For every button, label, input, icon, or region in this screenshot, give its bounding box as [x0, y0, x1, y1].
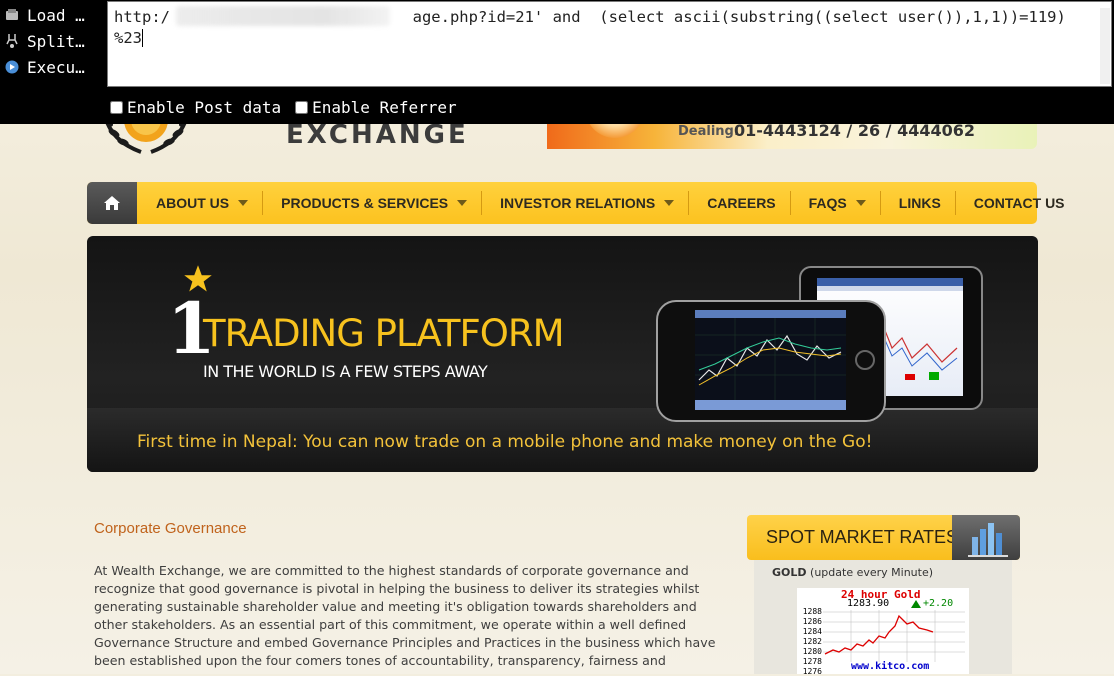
- enable-post-checkbox[interactable]: [110, 101, 123, 114]
- kitco-gold-chart[interactable]: 24 hour Gold 1283.90 +2.20 1288 1286 1284 1…: [797, 588, 969, 676]
- nav-item-label: CAREERS: [707, 195, 776, 211]
- chevron-down-icon: [664, 200, 675, 206]
- phone-screen: [695, 310, 846, 410]
- spot-market-title: SPOT MARKET RATES: [766, 527, 959, 547]
- nav-item-label: INVESTOR RELATIONS: [500, 195, 656, 211]
- gold-change: +2.20: [923, 598, 954, 609]
- nav-menu: ABOUT US PRODUCTS & SERVICES INVESTOR RELA…: [137, 182, 1079, 224]
- hackbar-options: Enable Post data Enable Referrer: [110, 98, 471, 117]
- home-icon: [104, 196, 120, 210]
- bar-chart-icon: [952, 515, 1020, 560]
- enable-referrer-option[interactable]: Enable Referrer: [295, 98, 457, 117]
- redacted-host-blur: [176, 6, 390, 26]
- gold-update-note: (update every Minute): [810, 566, 934, 579]
- kitco-axis-tick: 1288: [802, 607, 822, 616]
- kitco-axis-tick: 1286: [802, 617, 822, 626]
- enable-post-label: Enable Post data: [127, 98, 282, 117]
- nav-item-links[interactable]: LINKS: [879, 182, 955, 224]
- chevron-down-icon: [855, 200, 866, 206]
- phone-image: [656, 300, 886, 422]
- kitco-source-link[interactable]: www.kitco.com: [851, 661, 929, 672]
- governance-paragraph: At Wealth Exchange, we are committed to …: [94, 563, 716, 668]
- nav-item-faqs[interactable]: FAQS: [789, 182, 880, 224]
- gold-name: GOLD: [772, 566, 807, 579]
- gold-price: 1283.90: [847, 598, 890, 609]
- nav-item-careers[interactable]: CAREERS: [688, 182, 789, 224]
- enable-referrer-label: Enable Referrer: [312, 98, 457, 117]
- enable-referrer-checkbox[interactable]: [295, 101, 309, 114]
- nav-item-products-services[interactable]: PRODUCTS & SERVICES: [262, 182, 481, 224]
- split-url-icon: [4, 33, 20, 49]
- kitco-axis-tick: 1282: [802, 637, 822, 646]
- load-url-button[interactable]: Load …: [4, 3, 104, 27]
- up-arrow-icon: [911, 600, 921, 608]
- dealing-label: Dealing:: [678, 124, 740, 139]
- gold-price-line: [823, 610, 965, 662]
- nav-item-contact-us[interactable]: CONTACT US: [954, 182, 1079, 224]
- text-caret: [142, 29, 143, 47]
- kitco-axis-tick: 1278: [802, 657, 822, 666]
- hackbar-actions: Load … Split… Execu…: [0, 0, 107, 90]
- split-url-label: Split…: [27, 31, 85, 51]
- chevron-down-icon: [457, 200, 468, 206]
- main-navigation: ABOUT US PRODUCTS & SERVICES INVESTOR RELA…: [87, 182, 1065, 224]
- load-url-icon: [4, 7, 20, 23]
- kitco-axis-tick: 1276: [802, 667, 822, 676]
- chevron-down-icon: [238, 200, 249, 206]
- hackbar-toolbar: Load … Split… Execu… http:/ age.php?id=2…: [0, 0, 1114, 124]
- nav-item-label: ABOUT US: [156, 195, 230, 211]
- kitco-axis-tick: 1284: [802, 627, 822, 636]
- hero-title: TRADING PLATFORM: [203, 312, 564, 355]
- execute-icon: [4, 59, 20, 75]
- hero-subtitle: IN THE WORLD IS A FEW STEPS AWAY: [203, 362, 488, 381]
- nav-item-about-us[interactable]: ABOUT US: [137, 182, 262, 224]
- nav-item-investor-relations[interactable]: INVESTOR RELATIONS: [481, 182, 688, 224]
- split-url-button[interactable]: Split…: [4, 29, 104, 53]
- hero-tagline: First time in Nepal: You can now trade o…: [137, 432, 873, 452]
- logo-text: EXCHANGE: [286, 120, 469, 150]
- nav-home-button[interactable]: [87, 182, 137, 224]
- nav-item-label: PRODUCTS & SERVICES: [281, 195, 449, 211]
- gold-label: GOLD (update every Minute): [772, 566, 933, 579]
- execute-label: Execu…: [27, 57, 85, 77]
- spot-market-header: SPOT MARKET RATES: [747, 515, 1020, 560]
- spot-market-panel: GOLD (update every Minute) 24 hour Gold …: [754, 560, 1012, 676]
- nav-item-label: FAQS: [808, 195, 847, 211]
- execute-button[interactable]: Execu…: [4, 55, 104, 79]
- hero-banner[interactable]: 1 TRADING PLATFORM IN THE WORLD IS A FEW…: [87, 236, 1038, 472]
- nav-item-label: LINKS: [898, 195, 941, 211]
- enable-post-option[interactable]: Enable Post data: [110, 98, 281, 117]
- phone-home-button-graphic: [855, 350, 875, 370]
- section-title: Corporate Governance: [94, 520, 247, 537]
- nav-item-label: CONTACT US: [973, 195, 1065, 211]
- url-scrollbar[interactable]: [1100, 8, 1110, 84]
- kitco-axis-tick: 1280: [802, 647, 822, 656]
- load-url-label: Load …: [27, 5, 85, 25]
